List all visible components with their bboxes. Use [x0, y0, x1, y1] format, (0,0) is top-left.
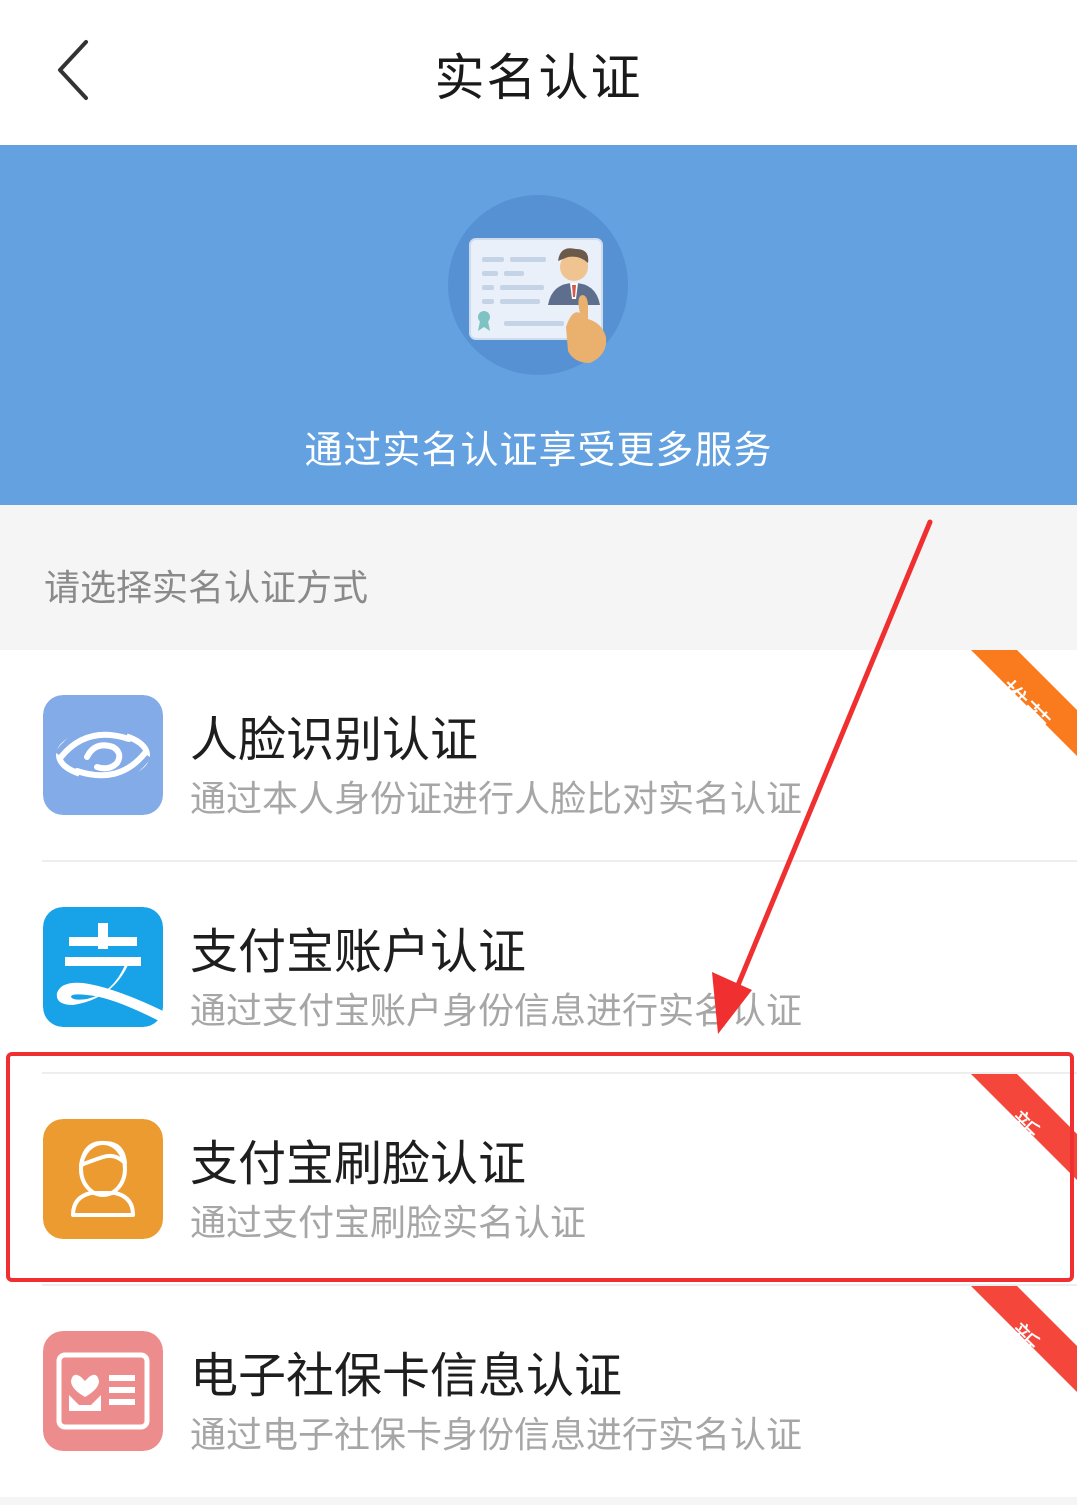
item-title: 支付宝刷脸认证	[190, 1136, 527, 1192]
bottom-strip	[0, 1497, 1077, 1505]
method-item-face-recognition[interactable]: 人脸识别认证 通过本人身份证进行人脸比对实名认证 推荐	[0, 650, 1077, 862]
alipay-icon	[43, 907, 163, 1027]
item-description: 通过电子社保卡身份信息进行实名认证	[190, 1415, 803, 1456]
item-description: 通过支付宝刷脸实名认证	[190, 1203, 587, 1244]
item-description: 通过本人身份证进行人脸比对实名认证	[190, 779, 803, 820]
face-recognition-icon	[43, 695, 163, 815]
section-header: 请选择实名认证方式	[0, 505, 1077, 650]
item-description: 通过支付宝账户身份信息进行实名认证	[190, 991, 803, 1032]
social-security-card-icon	[43, 1331, 163, 1451]
method-item-alipay-face[interactable]: 支付宝刷脸认证 通过支付宝刷脸实名认证 新	[0, 1074, 1077, 1286]
item-title: 支付宝账户认证	[190, 924, 527, 980]
verification-method-list: 人脸识别认证 通过本人身份证进行人脸比对实名认证 推荐 支付宝账户认证 通过支付…	[0, 650, 1077, 1500]
banner-text: 通过实名认证享受更多服务	[304, 428, 773, 472]
alipay-face-icon	[43, 1119, 163, 1239]
method-item-alipay-account[interactable]: 支付宝账户认证 通过支付宝账户身份信息进行实名认证	[0, 862, 1077, 1074]
method-item-social-security-card[interactable]: 电子社保卡信息认证 通过电子社保卡身份信息进行实名认证 新	[0, 1286, 1077, 1498]
item-title: 人脸识别认证	[190, 712, 479, 768]
top-bar: 实名认证	[0, 0, 1077, 145]
id-card-icon	[448, 195, 628, 375]
item-title: 电子社保卡信息认证	[190, 1348, 623, 1404]
section-label: 请选择实名认证方式	[44, 568, 369, 609]
page-title: 实名认证	[434, 49, 643, 107]
banner: 通过实名认证享受更多服务	[0, 145, 1077, 505]
